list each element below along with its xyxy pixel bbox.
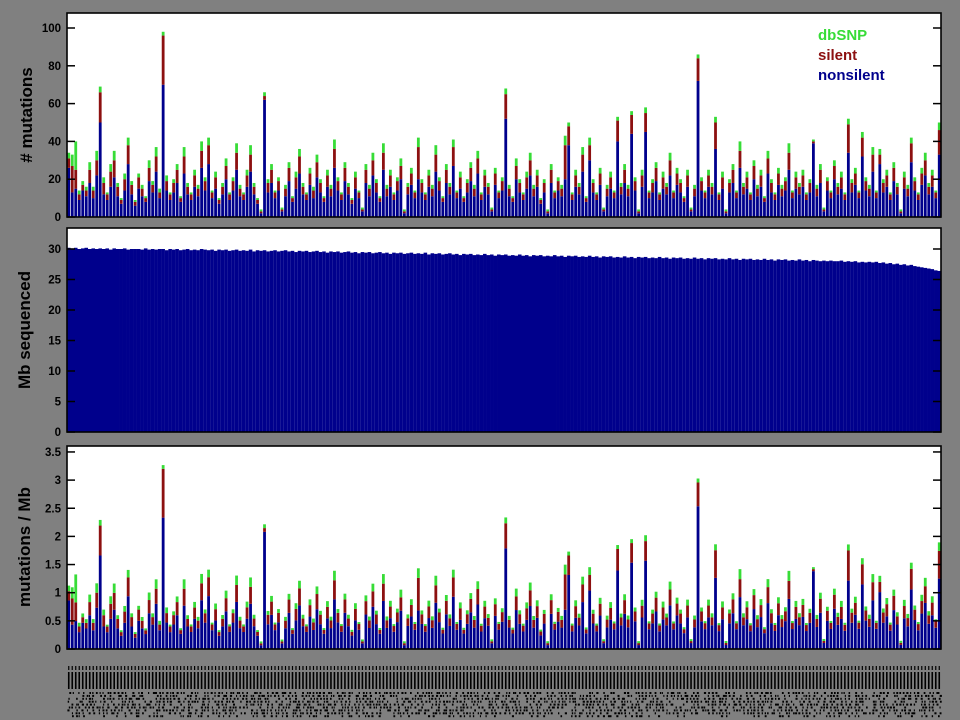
svg-text:100: 100 [42,23,61,35]
legend-label-dbsnp: dbSNP [818,27,867,44]
svg-text:0: 0 [55,212,61,224]
legend-item-dbsnp: dbSNP [818,26,885,46]
svg-text:5: 5 [55,397,62,409]
x-axis-sample-labels [67,666,942,717]
svg-text:15: 15 [48,336,61,348]
svg-text:2: 2 [55,531,61,543]
legend-label-nonsilent: nonsilent [818,67,885,84]
y-axis-label-mutations-per-mb: mutations / Mb [15,487,35,607]
svg-text:20: 20 [48,305,61,317]
legend-label-silent: silent [818,47,857,64]
svg-text:1.5: 1.5 [45,560,62,572]
svg-text:80: 80 [48,61,61,73]
svg-text:25: 25 [48,275,61,287]
legend-item-nonsilent: nonsilent [818,66,885,86]
y-axis-label-mutations: # mutations [17,67,37,162]
svg-text:0: 0 [55,427,61,439]
svg-text:3.5: 3.5 [45,447,62,459]
svg-text:0.5: 0.5 [45,616,62,628]
svg-text:10: 10 [48,366,61,378]
svg-text:3: 3 [55,475,61,487]
svg-text:30: 30 [48,244,61,256]
panel-mutation-counts: 0 20 40 60 80 100 [42,13,941,224]
y-axis-label-mb-sequenced: Mb sequenced [15,271,35,389]
svg-text:1: 1 [55,588,62,600]
legend: dbSNP silent nonsilent [818,26,885,86]
svg-text:2.5: 2.5 [45,503,62,515]
legend-item-silent: silent [818,46,885,66]
svg-text:60: 60 [48,99,61,111]
svg-text:0: 0 [55,644,61,656]
plot-canvas: 0 20 40 60 80 100 0 5 10 15 20 25 30 0 0.5 1 1.5 2 2.5 3 3… [0,0,960,720]
svg-text:40: 40 [48,136,61,148]
panel-mutations-per-mb: 0 0.5 1 1.5 2 2.5 3 3.5 [45,446,941,656]
panel-mb-sequenced: 0 5 10 15 20 25 30 [48,228,941,439]
mutation-rate-figure: 0 20 40 60 80 100 0 5 10 15 20 25 30 0 0.5 1 1.5 2 2.5 3 3… [0,0,960,720]
svg-text:20: 20 [48,174,61,186]
